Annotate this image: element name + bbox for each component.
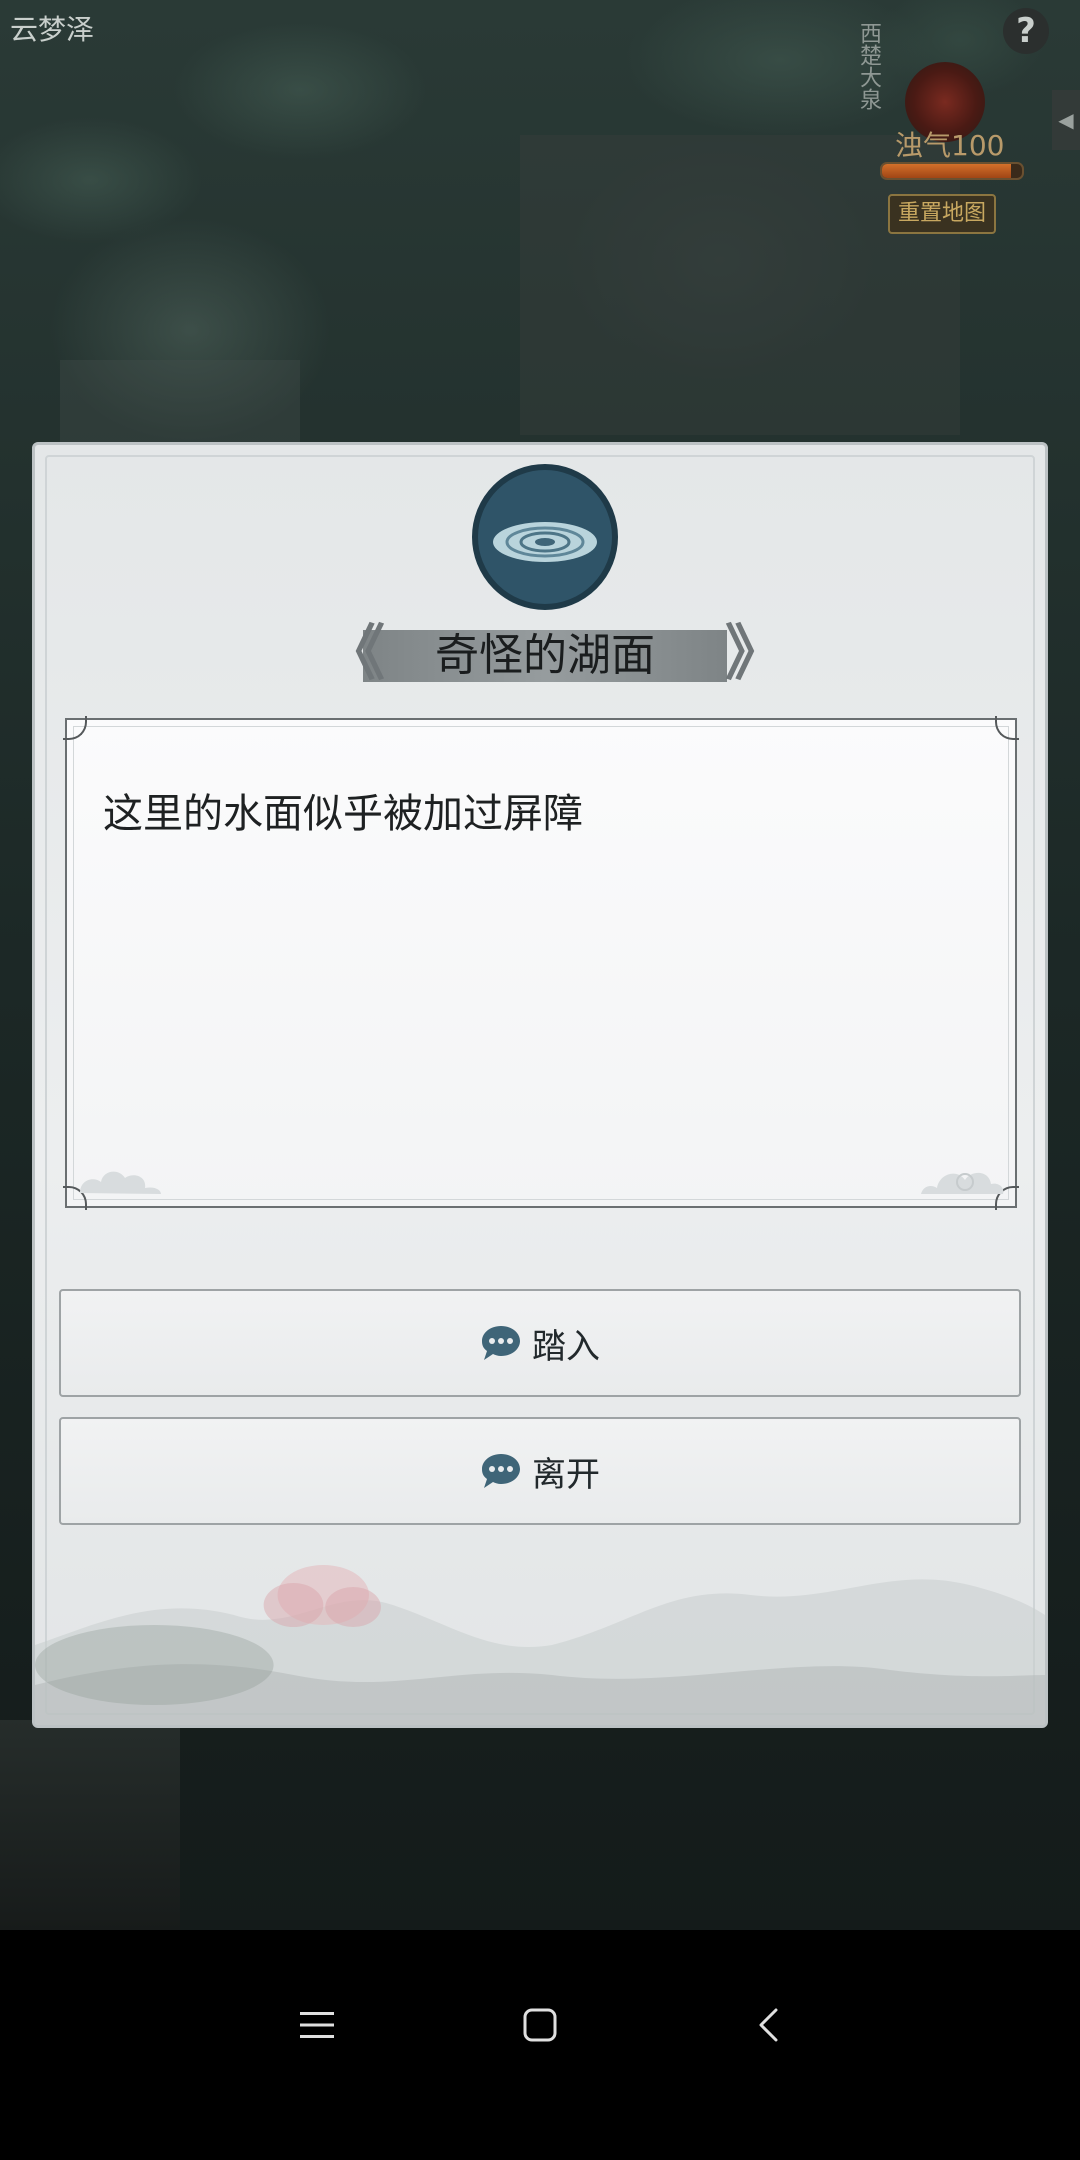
title-ornament-right: 》: [725, 619, 785, 689]
choice-enter-label: 踏入: [532, 1326, 600, 1367]
turbid-qi-bar-fill: [882, 164, 1011, 178]
cloud-ornament-icon: [921, 1172, 1004, 1194]
event-dialog: 《 》 奇怪的湖面 这里的水面似乎被加过屏障 踏入 离开: [32, 442, 1048, 1728]
nav-back-button[interactable]: [733, 1990, 803, 2060]
event-title: 奇怪的湖面: [435, 630, 655, 681]
choice-leave-button[interactable]: 离开: [59, 1417, 1021, 1525]
back-chevron-icon: [759, 2008, 778, 2042]
help-button[interactable]: ?: [1003, 8, 1049, 54]
reset-map-button[interactable]: 重置地图: [888, 194, 996, 234]
map-region: [520, 135, 960, 435]
system-nav-bar: [0, 1930, 1080, 2160]
event-description: 这里的水面似乎被加过屏障: [103, 791, 583, 837]
menu-icon: [300, 2012, 334, 2038]
water-ripple-icon: [472, 464, 618, 610]
title-ornament-left: 《: [325, 619, 385, 689]
chat-bubble-icon: [482, 1454, 520, 1488]
cloud-ornament-icon: [80, 1171, 161, 1194]
choice-leave-label: 离开: [532, 1454, 600, 1495]
side-panel-toggle[interactable]: ◀: [1052, 90, 1080, 150]
event-title-banner: 《 》 奇怪的湖面: [325, 619, 785, 689]
map-region-lower: [0, 1720, 180, 1930]
choice-enter-button[interactable]: 踏入: [59, 1289, 1021, 1397]
lotus-mountain-art: [35, 1565, 1045, 1725]
area-name: 云梦泽: [10, 13, 95, 46]
turbid-qi-label: 浊气100: [895, 129, 1005, 162]
chat-bubble-icon: [482, 1326, 520, 1360]
description-panel: 这里的水面似乎被加过屏障: [63, 716, 1019, 1210]
home-square-icon: [523, 2008, 557, 2042]
nav-home-button[interactable]: [505, 1990, 575, 2060]
vertical-inscription: 西楚大泉: [856, 22, 881, 110]
nav-recent-apps-button[interactable]: [282, 1990, 352, 2060]
turbid-qi-bar: [880, 162, 1024, 180]
